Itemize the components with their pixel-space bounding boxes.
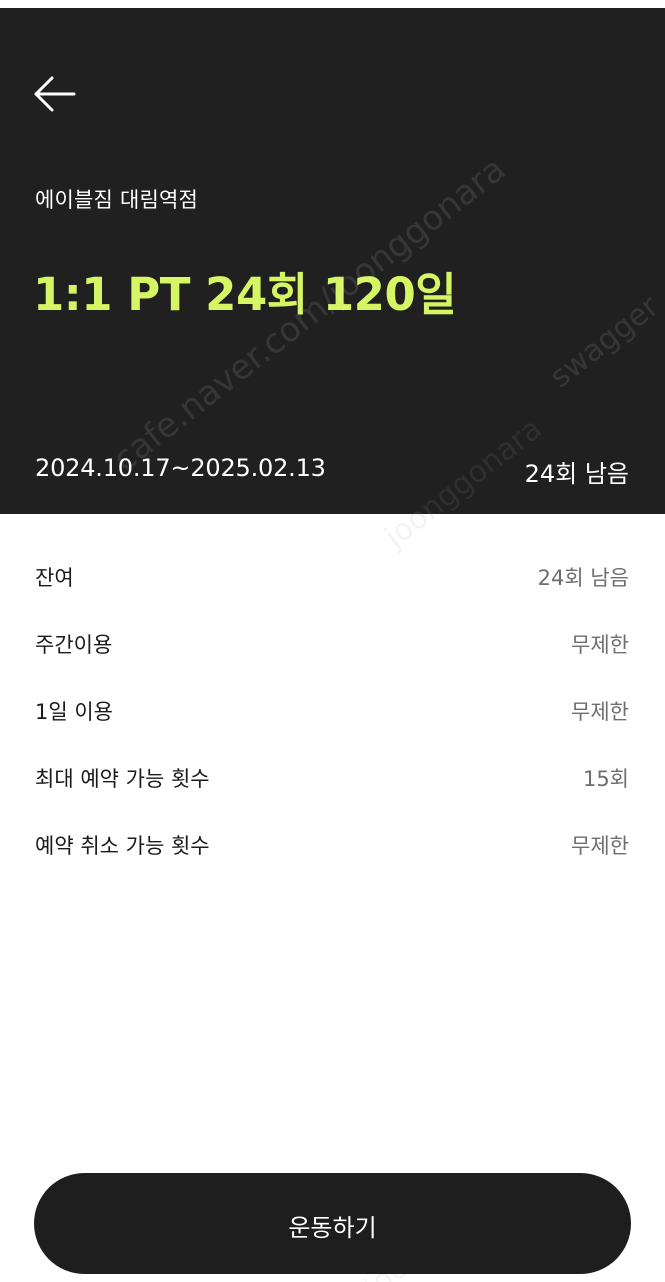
info-value: 무제한	[571, 633, 629, 657]
status-bar-strip	[0, 0, 665, 8]
info-label: 1일 이용	[35, 700, 113, 724]
info-value: 무제한	[571, 834, 629, 858]
membership-detail-page: 에이블짐 대림역점 1:1 PT 24회 120일 2024.10.17~202…	[0, 0, 665, 1282]
info-row-remaining: 잔여 24회 남음	[0, 544, 665, 611]
info-row-max-reservations: 최대 예약 가능 횟수 15회	[0, 745, 665, 812]
remaining-count: 24회 남음	[524, 460, 629, 488]
info-row-cancel-limit: 예약 취소 가능 횟수 무제한	[0, 812, 665, 879]
membership-header: 에이블짐 대림역점 1:1 PT 24회 120일 2024.10.17~202…	[0, 8, 665, 514]
info-label: 주간이용	[35, 633, 113, 657]
info-value: 무제한	[571, 700, 629, 724]
gym-name: 에이블짐 대림역점	[35, 188, 199, 212]
info-label: 잔여	[35, 566, 74, 590]
start-workout-label: 운동하기	[288, 1214, 377, 1242]
product-title: 1:1 PT 24회 120일	[33, 268, 457, 321]
info-value: 15회	[582, 767, 629, 791]
membership-info-list: 잔여 24회 남음 주간이용 무제한 1일 이용 무제한 최대 예약 가능 횟수…	[0, 544, 665, 879]
start-workout-button[interactable]: 운동하기	[34, 1173, 631, 1274]
info-row-daily-usage: 1일 이용 무제한	[0, 678, 665, 745]
info-label: 예약 취소 가능 횟수	[35, 834, 210, 858]
arrow-left-icon	[34, 76, 76, 112]
info-label: 최대 예약 가능 횟수	[35, 767, 210, 791]
back-button[interactable]	[30, 70, 80, 120]
membership-period: 2024.10.17~2025.02.13	[35, 454, 326, 482]
info-value: 24회 남음	[537, 566, 629, 590]
info-row-weekly-usage: 주간이용 무제한	[0, 611, 665, 678]
